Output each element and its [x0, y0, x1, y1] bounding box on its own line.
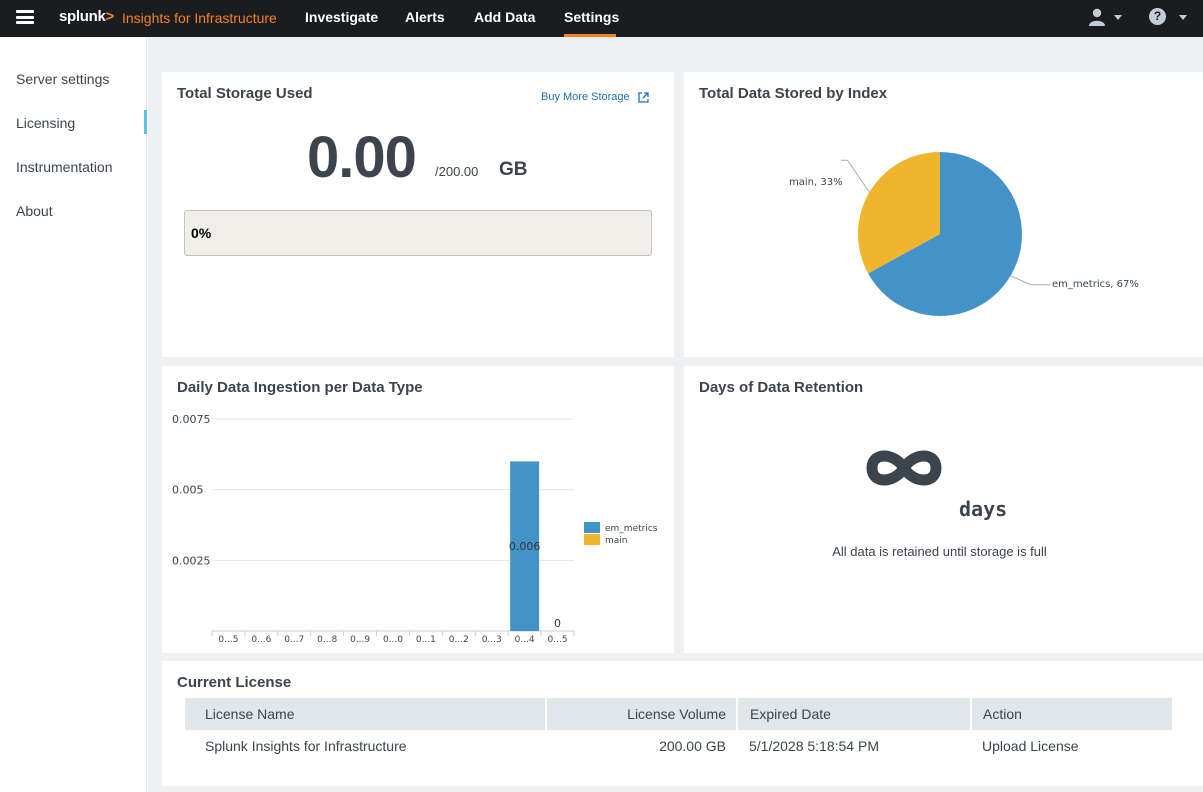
- legend-swatch-main: [584, 534, 600, 545]
- menu-icon[interactable]: [16, 10, 34, 24]
- license-panel: Current License License Name License Vol…: [162, 661, 1203, 786]
- nav-add-data[interactable]: Add Data: [474, 9, 535, 25]
- top-nav-bar: splunk> Insights for Infrastructure Inve…: [0, 0, 1203, 37]
- pie-label-main: main, 33%: [789, 177, 843, 188]
- legend-label-em_metrics: em_metrics: [605, 524, 658, 534]
- settings-sidebar: Server settings Licensing Instrumentatio…: [0, 37, 147, 792]
- help-menu-chevron-down-icon[interactable]: [1179, 15, 1187, 20]
- x-tick-label: 0...9: [350, 635, 370, 645]
- x-tick-label: 0...5: [218, 635, 238, 645]
- sidebar-item-about[interactable]: About: [16, 203, 53, 219]
- license-name-cell: Splunk Insights for Infrastructure: [205, 738, 407, 754]
- main-content: Total Storage Used Buy More Storage 0.00…: [148, 37, 1203, 792]
- column-header-expired-date[interactable]: Expired Date: [750, 706, 831, 722]
- storage-unit: GB: [499, 159, 528, 181]
- license-table-header: License Name License Volume Expired Date…: [185, 698, 1172, 730]
- column-header-action[interactable]: Action: [983, 706, 1022, 722]
- nav-settings[interactable]: Settings: [564, 9, 619, 25]
- license-panel-title: Current License: [177, 674, 291, 691]
- x-tick-label: 0...6: [251, 635, 271, 645]
- sidebar-active-indicator: [144, 110, 147, 134]
- nav-alerts[interactable]: Alerts: [405, 9, 445, 25]
- license-expired-cell: 5/1/2028 5:18:54 PM: [749, 738, 879, 754]
- pie-leader-line: [841, 160, 869, 192]
- storage-panel: Total Storage Used Buy More Storage 0.00…: [162, 72, 674, 357]
- buy-more-storage-link[interactable]: Buy More Storage: [541, 91, 630, 103]
- column-header-license-name[interactable]: License Name: [205, 706, 295, 722]
- x-tick-label: 0...0: [383, 635, 403, 645]
- pie-label-em-metrics: em_metrics, 67%: [1052, 279, 1139, 290]
- sidebar-item-licensing[interactable]: Licensing: [16, 115, 75, 131]
- retention-unit: days: [959, 497, 1007, 521]
- column-divider: [970, 698, 972, 730]
- sidebar-item-instrumentation[interactable]: Instrumentation: [16, 159, 113, 175]
- x-tick-label: 0...3: [482, 635, 502, 645]
- bar-data-label: 0: [554, 617, 561, 630]
- infinity-icon: [864, 444, 944, 492]
- storage-progress-bar: 0%: [184, 210, 652, 256]
- license-volume-cell: 200.00 GB: [545, 738, 726, 754]
- legend-swatch-em_metrics: [584, 522, 600, 533]
- column-header-license-volume[interactable]: License Volume: [545, 706, 726, 722]
- y-tick-label: 0.0075: [172, 413, 211, 426]
- ingestion-bar-chart: 0.0075 0.005 0.0025 0...5 0...6 0...7 0...8 0..…: [162, 366, 674, 653]
- splunk-logo[interactable]: splunk>: [59, 8, 114, 25]
- upload-license-link[interactable]: Upload License: [982, 738, 1079, 754]
- storage-total-value: /200.00: [435, 164, 478, 179]
- x-tick-label: 0...2: [449, 635, 469, 645]
- storage-progress-label: 0%: [191, 225, 211, 241]
- ingestion-panel: Daily Data Ingestion per Data Type 0.007…: [162, 366, 674, 653]
- storage-used-value: 0.00: [307, 124, 416, 191]
- user-menu-chevron-down-icon[interactable]: [1114, 15, 1122, 20]
- x-tick-label: 0...1: [416, 635, 436, 645]
- x-tick-label: 0...5: [548, 635, 568, 645]
- nav-investigate[interactable]: Investigate: [305, 9, 378, 25]
- index-pie-chart: [684, 72, 1203, 357]
- retention-panel: Days of Data Retention days All data is …: [684, 366, 1203, 653]
- retention-note: All data is retained until storage is fu…: [684, 544, 1195, 559]
- help-icon[interactable]: ?: [1149, 8, 1166, 25]
- pie-leader-line: [1011, 276, 1050, 285]
- index-panel: Total Data Stored by Index main, 33% em_…: [684, 72, 1203, 357]
- legend-label-main: main: [605, 536, 628, 546]
- storage-panel-title: Total Storage Used: [177, 85, 313, 102]
- y-tick-label: 0.005: [172, 484, 204, 497]
- x-tick-label: 0...8: [317, 635, 337, 645]
- x-tick-label: 0...7: [284, 635, 304, 645]
- external-link-icon[interactable]: [638, 92, 649, 103]
- y-tick-label: 0.0025: [172, 554, 211, 567]
- bar-data-label: 0.006: [509, 540, 541, 553]
- user-icon[interactable]: [1089, 8, 1105, 26]
- x-tick-label: 0...4: [515, 635, 535, 645]
- sidebar-item-server-settings[interactable]: Server settings: [16, 71, 109, 87]
- column-divider: [736, 698, 738, 730]
- retention-panel-title: Days of Data Retention: [699, 379, 863, 396]
- app-name[interactable]: Insights for Infrastructure: [122, 10, 277, 26]
